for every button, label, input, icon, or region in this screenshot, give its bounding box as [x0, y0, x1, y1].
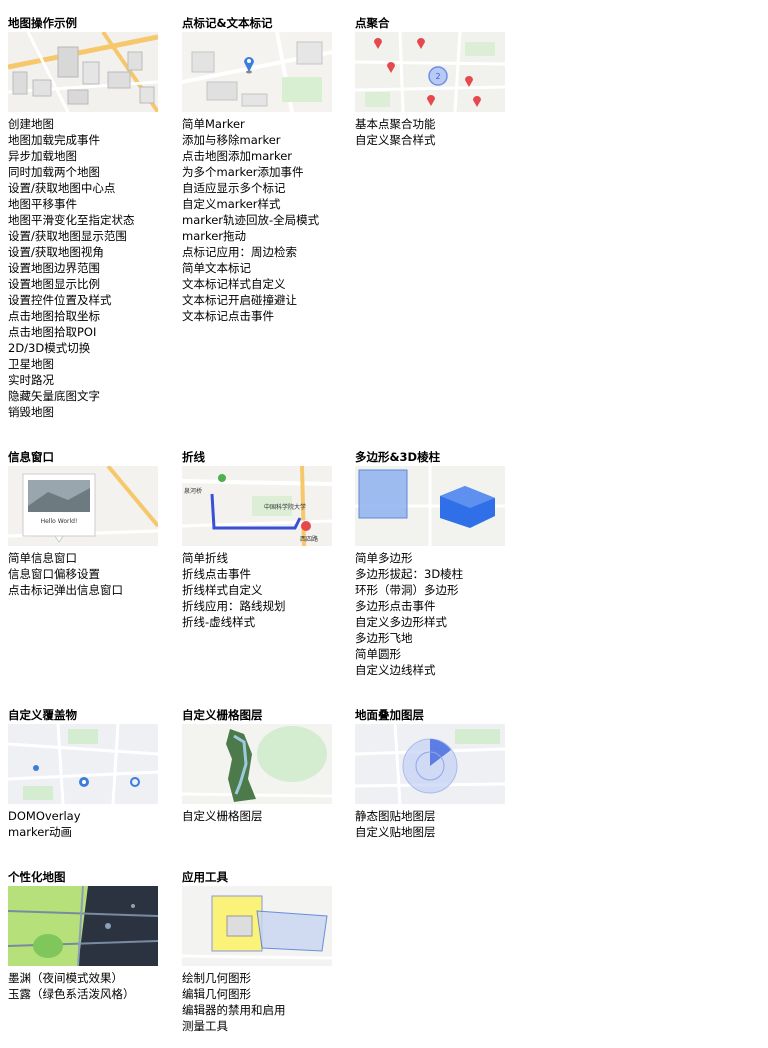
example-link[interactable]: 设置控件位置及样式 — [8, 292, 168, 308]
example-link[interactable]: marker动画 — [8, 824, 168, 840]
section-style: 个性化地图 墨渊（夜间模式效果） 玉露（绿色系活泼风格） — [8, 870, 168, 1002]
example-link[interactable]: 文本标记点击事件 — [182, 308, 342, 324]
section-polyline: 折线 泉河桥 中国科学院大学 西四路 简单折线 折线点击事件 折线样式自定义 折… — [182, 450, 342, 630]
example-link[interactable]: 地图加载完成事件 — [8, 132, 168, 148]
svg-text:2: 2 — [435, 72, 440, 81]
section-grid: 自定义栅格图层 自定义栅格图层 — [182, 708, 342, 824]
example-link[interactable]: 环形（带洞）多边形 — [355, 582, 515, 598]
example-link[interactable]: 异步加载地图 — [8, 148, 168, 164]
example-link[interactable]: 测量工具 — [182, 1018, 342, 1034]
example-link[interactable]: 设置/获取地图视角 — [8, 244, 168, 260]
example-link[interactable]: 设置地图显示比例 — [8, 276, 168, 292]
section-cluster: 点聚合 2 基本点聚合功能 自定义聚合样式 — [355, 16, 515, 148]
section-title: 自定义栅格图层 — [182, 708, 263, 722]
example-link[interactable]: 自定义栅格图层 — [182, 808, 342, 824]
example-link[interactable]: 地图平移事件 — [8, 196, 168, 212]
example-link[interactable]: 2D/3D模式切换 — [8, 340, 168, 356]
section-thumbnail[interactable] — [355, 466, 505, 546]
example-link[interactable]: 点击地图拾取坐标 — [8, 308, 168, 324]
section-overlay: 自定义覆盖物 DOMOverlay marker动画 — [8, 708, 168, 840]
example-link[interactable]: 折线样式自定义 — [182, 582, 342, 598]
section-title: 自定义覆盖物 — [8, 708, 77, 722]
section-polygon: 多边形&3D棱柱 简单多边形 多边形拔起：3D棱柱 环形（带洞）多边形 多边形点… — [355, 450, 515, 678]
section-ground: 地面叠加图层 静态图贴地图层 自定义贴地图层 — [355, 708, 515, 840]
example-link[interactable]: 自适应显示多个标记 — [182, 180, 342, 196]
example-link[interactable]: 销毁地图 — [8, 404, 168, 420]
example-link[interactable]: 设置/获取地图中心点 — [8, 180, 168, 196]
section-title: 地图操作示例 — [8, 16, 77, 30]
example-link[interactable]: 基本点聚合功能 — [355, 116, 515, 132]
info-window-text: Hello World! — [40, 518, 78, 525]
example-link[interactable]: 多边形飞地 — [355, 630, 515, 646]
section-thumbnail[interactable] — [182, 32, 332, 112]
section-title: 折线 — [182, 450, 205, 464]
example-link[interactable]: 文本标记开启碰撞避让 — [182, 292, 342, 308]
example-link[interactable]: 静态图贴地图层 — [355, 808, 515, 824]
example-link[interactable]: 编辑器的禁用和启用 — [182, 1002, 342, 1018]
example-link[interactable]: 自定义贴地图层 — [355, 824, 515, 840]
example-link[interactable]: 点标记应用：周边检索 — [182, 244, 342, 260]
section-title: 个性化地图 — [8, 870, 66, 884]
section-title: 点聚合 — [355, 16, 390, 30]
section-title: 应用工具 — [182, 870, 228, 884]
section-thumbnail[interactable] — [8, 32, 158, 112]
section-infowindow: 信息窗口 Hello World! 简单信息窗口 信息窗口偏移设置 点击标记弹出… — [8, 450, 168, 598]
section-markers: 点标记&文本标记 简单Marker 添加与移除marker 点击地图添加mark… — [182, 16, 342, 324]
example-link[interactable]: 简单多边形 — [355, 550, 515, 566]
example-link[interactable]: 点击标记弹出信息窗口 — [8, 582, 168, 598]
example-link[interactable]: 创建地图 — [8, 116, 168, 132]
example-link[interactable]: 地图平滑变化至指定状态 — [8, 212, 168, 228]
example-link[interactable]: marker轨迹回放-全局模式 — [182, 212, 342, 228]
section-title: 多边形&3D棱柱 — [355, 450, 441, 464]
example-link[interactable]: DOMOverlay — [8, 808, 168, 824]
example-link[interactable]: 点击地图添加marker — [182, 148, 342, 164]
section-title: 信息窗口 — [8, 450, 54, 464]
example-link[interactable]: marker拖动 — [182, 228, 342, 244]
example-link[interactable]: 隐藏矢量底图文字 — [8, 388, 168, 404]
section-title: 地面叠加图层 — [355, 708, 424, 722]
example-link[interactable]: 设置/获取地图显示范围 — [8, 228, 168, 244]
example-link[interactable]: 卫星地图 — [8, 356, 168, 372]
example-link[interactable]: 简单信息窗口 — [8, 550, 168, 566]
section-thumbnail[interactable]: 泉河桥 中国科学院大学 西四路 — [182, 466, 332, 546]
section-thumbnail[interactable] — [182, 886, 332, 966]
section-thumbnail[interactable] — [8, 724, 158, 804]
example-link[interactable]: 自定义marker样式 — [182, 196, 342, 212]
example-link[interactable]: 同时加载两个地图 — [8, 164, 168, 180]
map-label: 西四路 — [300, 536, 319, 543]
map-label: 泉河桥 — [184, 488, 203, 495]
example-link[interactable]: 折线-虚线样式 — [182, 614, 342, 630]
example-link[interactable]: 文本标记样式自定义 — [182, 276, 342, 292]
example-link[interactable]: 编辑几何图形 — [182, 986, 342, 1002]
example-link[interactable]: 简单Marker — [182, 116, 342, 132]
example-link[interactable]: 绘制几何图形 — [182, 970, 342, 986]
section-title: 点标记&文本标记 — [182, 16, 273, 30]
section-thumbnail[interactable]: 2 — [355, 32, 505, 112]
example-link[interactable]: 简单折线 — [182, 550, 342, 566]
section-thumbnail[interactable] — [8, 886, 158, 966]
example-link[interactable]: 添加与移除marker — [182, 132, 342, 148]
example-link[interactable]: 多边形点击事件 — [355, 598, 515, 614]
example-link[interactable]: 信息窗口偏移设置 — [8, 566, 168, 582]
example-link[interactable]: 自定义多边形样式 — [355, 614, 515, 630]
example-link[interactable]: 墨渊（夜间模式效果） — [8, 970, 168, 986]
example-link[interactable]: 折线点击事件 — [182, 566, 342, 582]
example-link[interactable]: 自定义聚合样式 — [355, 132, 515, 148]
section-tools: 应用工具 绘制几何图形 编辑几何图形 编辑器的禁用和启用 测量工具 — [182, 870, 342, 1034]
map-label: 中国科学院大学 — [264, 504, 307, 511]
example-link[interactable]: 简单文本标记 — [182, 260, 342, 276]
example-link[interactable]: 设置地图边界范围 — [8, 260, 168, 276]
example-link[interactable]: 点击地图拾取POI — [8, 324, 168, 340]
section-thumbnail[interactable] — [355, 724, 505, 804]
example-link[interactable]: 玉露（绿色系活泼风格） — [8, 986, 168, 1002]
section-map-ops: 地图操作示例 创建地图 地图加载完成事件 异步加载地图 同时加载两个地图 设置/… — [8, 16, 168, 420]
example-link[interactable]: 多边形拔起：3D棱柱 — [355, 566, 515, 582]
example-link[interactable]: 为多个marker添加事件 — [182, 164, 342, 180]
section-thumbnail[interactable]: Hello World! — [8, 466, 158, 546]
example-link[interactable]: 实时路况 — [8, 372, 168, 388]
example-link[interactable]: 折线应用：路线规划 — [182, 598, 342, 614]
example-link[interactable]: 简单圆形 — [355, 646, 515, 662]
section-thumbnail[interactable] — [182, 724, 332, 804]
example-link[interactable]: 自定义边线样式 — [355, 662, 515, 678]
